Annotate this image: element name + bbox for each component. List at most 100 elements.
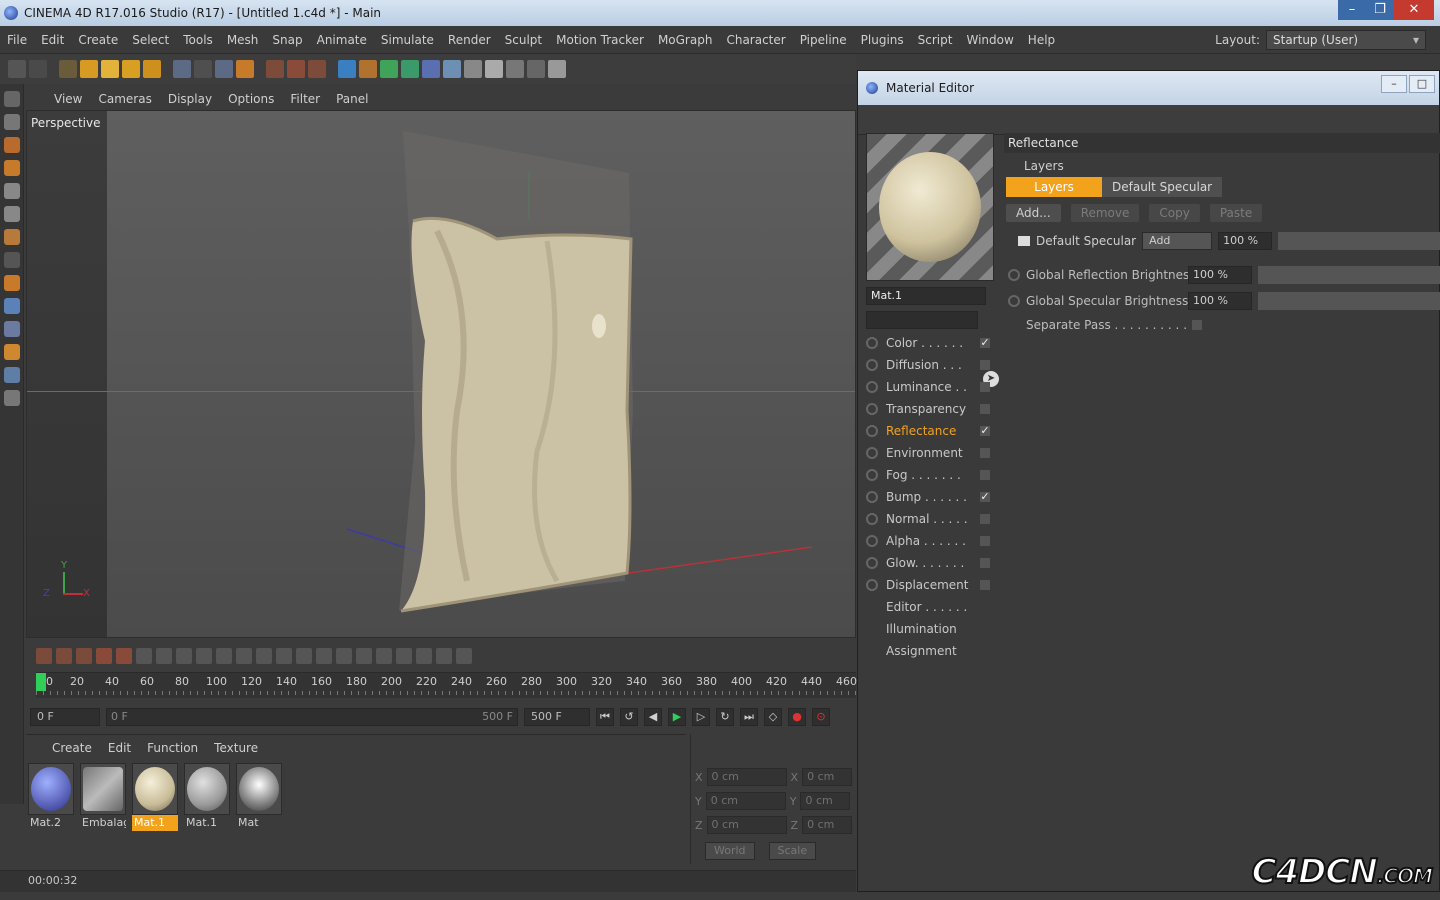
position-x-field[interactable]: 0 cm xyxy=(706,768,787,786)
layout-icon[interactable] xyxy=(548,60,566,78)
channel-checkbox-checked[interactable]: ✓ xyxy=(980,337,990,348)
coordinate-system-icon[interactable] xyxy=(236,60,254,78)
layer-amount-slider[interactable] xyxy=(1278,232,1440,250)
channel-environment[interactable]: Environment xyxy=(866,443,990,463)
channel-diffusion[interactable]: Diffusion . . . xyxy=(866,355,990,375)
grid-key-icon[interactable] xyxy=(376,648,392,664)
menu-motion-tracker[interactable]: Motion Tracker xyxy=(549,33,651,47)
position-key-icon[interactable] xyxy=(96,648,112,664)
points-mode-icon[interactable] xyxy=(4,183,20,199)
tab-layers[interactable]: Layers xyxy=(1006,177,1102,197)
menu-plugins[interactable]: Plugins xyxy=(854,33,911,47)
make-editable-icon[interactable] xyxy=(4,91,20,107)
size-y-field[interactable]: 0 cm xyxy=(800,792,851,810)
channel-color[interactable]: Color . . . . . . ✓ xyxy=(866,333,990,353)
channel-displacement[interactable]: Displacement xyxy=(866,575,990,595)
channel-editor[interactable]: Editor . . . . . . xyxy=(866,597,990,617)
workplane-icon[interactable] xyxy=(527,60,545,78)
locked-workplane-icon[interactable] xyxy=(4,390,20,406)
grid-key-icon[interactable] xyxy=(416,648,432,664)
menu-render[interactable]: Render xyxy=(441,33,498,47)
subdivision-surface-icon[interactable] xyxy=(380,60,398,78)
me-maximize-button[interactable]: □ xyxy=(1409,75,1435,93)
go-to-start-icon[interactable]: ⏮ xyxy=(596,708,614,726)
tweak-mode-icon[interactable] xyxy=(4,275,20,291)
key-tool-icon[interactable] xyxy=(196,648,212,664)
viewport-solo-icon[interactable] xyxy=(4,298,20,314)
go-to-end-icon[interactable]: ⏭ xyxy=(740,708,758,726)
channel-checkbox[interactable] xyxy=(980,580,990,590)
record-tool-icon[interactable] xyxy=(36,648,52,664)
next-frame-icon[interactable]: ▷ xyxy=(692,708,710,726)
channel-checkbox-checked[interactable]: ✓ xyxy=(980,425,990,436)
z-axis-lock-icon[interactable] xyxy=(215,60,233,78)
menu-sculpt[interactable]: Sculpt xyxy=(498,33,549,47)
live-selection-icon[interactable] xyxy=(59,60,77,78)
autokeying-icon[interactable]: ⊙ xyxy=(812,708,830,726)
channel-checkbox[interactable] xyxy=(980,382,990,392)
pen-icon[interactable] xyxy=(359,60,377,78)
grid-key-icon[interactable] xyxy=(276,648,292,664)
coordinate-mode-dropdown[interactable]: World xyxy=(705,842,755,860)
menu-select[interactable]: Select xyxy=(125,33,176,47)
coordinate-apply-dropdown[interactable]: Scale xyxy=(768,842,817,860)
motion-clip-icon[interactable] xyxy=(456,648,472,664)
material-swatch[interactable]: Embalag xyxy=(80,763,126,831)
restore-button[interactable]: ❐ xyxy=(1366,0,1394,20)
grid-key-icon[interactable] xyxy=(336,648,352,664)
copy-layer-button[interactable]: Copy xyxy=(1149,204,1200,222)
motion-clip-icon[interactable] xyxy=(436,648,452,664)
channel-checkbox[interactable] xyxy=(980,514,990,524)
channel-checkbox[interactable] xyxy=(980,360,990,370)
previous-key-icon[interactable]: ↺ xyxy=(620,708,638,726)
deformer-icon[interactable] xyxy=(422,60,440,78)
global-reflection-brightness-field[interactable]: 100 % xyxy=(1188,266,1252,284)
record-keys-icon[interactable]: ● xyxy=(788,708,806,726)
timeline-ruler[interactable]: 0 20 40 60 80 100 120 140 160 180 200 22… xyxy=(36,672,857,698)
position-y-field[interactable]: 0 cm xyxy=(705,792,786,810)
layer-visibility-icon[interactable] xyxy=(1018,236,1030,246)
rotation-key-icon[interactable] xyxy=(136,648,152,664)
layer-row[interactable]: Default Specular Add 100 % xyxy=(1018,232,1440,250)
x-axis-lock-icon[interactable] xyxy=(173,60,191,78)
paste-layer-button[interactable]: Paste xyxy=(1209,204,1263,222)
position-z-field[interactable]: 0 cm xyxy=(706,816,787,834)
channel-checkbox-checked[interactable]: ✓ xyxy=(980,491,990,502)
menu-character[interactable]: Character xyxy=(719,33,792,47)
channel-checkbox[interactable] xyxy=(980,536,990,546)
y-axis-lock-icon[interactable] xyxy=(194,60,212,78)
viewport-menu-cameras[interactable]: Cameras xyxy=(98,92,161,106)
grid-key-icon[interactable] xyxy=(396,648,412,664)
minimize-button[interactable]: – xyxy=(1338,0,1366,20)
size-z-field[interactable]: 0 cm xyxy=(802,816,853,834)
material-name-field[interactable]: Mat.1 xyxy=(866,287,986,305)
mm-menu-texture[interactable]: Texture xyxy=(214,741,258,755)
autokey-tool-icon[interactable] xyxy=(56,648,72,664)
viewport-menu-panel[interactable]: Panel xyxy=(336,92,378,106)
channel-assignment[interactable]: Assignment xyxy=(866,641,990,661)
camera-icon[interactable] xyxy=(464,60,482,78)
workplane-mode-icon[interactable] xyxy=(4,160,20,176)
polygons-mode-icon[interactable] xyxy=(4,229,20,245)
remove-layer-button[interactable]: Remove xyxy=(1070,204,1140,222)
global-specular-brightness-field[interactable]: 100 % xyxy=(1188,292,1252,310)
viewport-menu-display[interactable]: Display xyxy=(168,92,222,106)
current-frame-field[interactable]: 0 F xyxy=(30,708,100,726)
material-preview[interactable] xyxy=(866,133,994,281)
menu-animate[interactable]: Animate xyxy=(310,33,374,47)
me-minimize-button[interactable]: – xyxy=(1381,75,1407,93)
menu-create[interactable]: Create xyxy=(71,33,125,47)
planar-workplane-icon[interactable] xyxy=(4,367,20,383)
render-to-picture-viewer-icon[interactable] xyxy=(287,60,305,78)
undo-icon[interactable] xyxy=(8,60,26,78)
material-swatch[interactable]: Mat xyxy=(236,763,282,831)
point-level-key-icon[interactable] xyxy=(176,648,192,664)
channel-alpha[interactable]: Alpha . . . . . . xyxy=(866,531,990,551)
mm-menu-edit[interactable]: Edit xyxy=(108,741,131,755)
channel-checkbox[interactable] xyxy=(980,558,990,568)
parameter-key-icon[interactable] xyxy=(156,648,172,664)
cube-icon[interactable] xyxy=(338,60,356,78)
floor-icon[interactable] xyxy=(443,60,461,78)
viewport-menu-options[interactable]: Options xyxy=(228,92,284,106)
key-tool-icon[interactable] xyxy=(236,648,252,664)
